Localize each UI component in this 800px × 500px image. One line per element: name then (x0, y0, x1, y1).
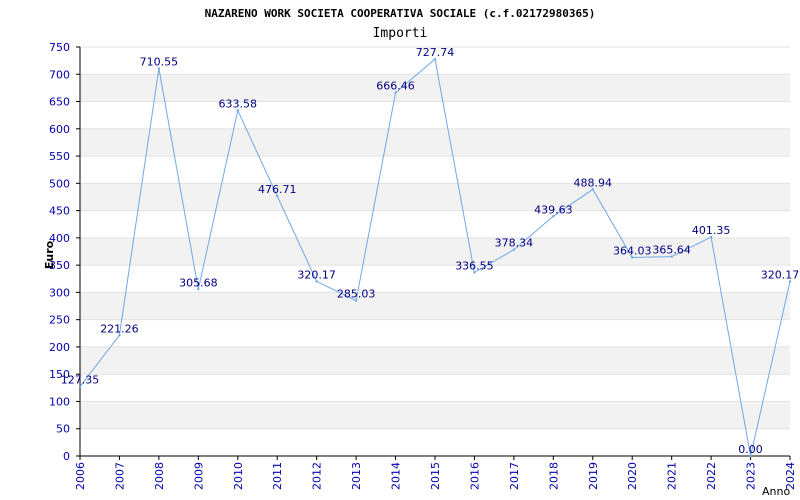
data-label: 336.55 (455, 259, 494, 272)
x-tick-label: 2007 (113, 462, 126, 490)
y-tick-label: 50 (56, 423, 70, 436)
data-label: 488.94 (574, 176, 613, 189)
x-tick-label: 2021 (666, 462, 679, 490)
x-tick-label: 2019 (587, 462, 600, 490)
y-tick-label: 100 (49, 395, 70, 408)
y-axis-label: Euro (43, 240, 56, 269)
line-chart: NAZARENO WORK SOCIETA COOPERATIVA SOCIAL… (43, 7, 800, 498)
data-label: 727.74 (416, 46, 455, 59)
x-tick-label: 2009 (192, 462, 205, 490)
data-label: 439.63 (534, 203, 573, 216)
grid-band (80, 183, 790, 211)
y-tick-label: 700 (49, 68, 70, 81)
x-tick-label: 2022 (705, 462, 718, 490)
x-tick-label: 2011 (271, 462, 284, 490)
y-tick-label: 0 (63, 450, 70, 463)
data-label: 378.34 (495, 237, 534, 250)
data-label: 633.58 (219, 97, 258, 110)
chart-title: NAZARENO WORK SOCIETA COOPERATIVA SOCIAL… (205, 7, 596, 20)
x-tick-label: 2015 (429, 462, 442, 490)
y-tick-label: 600 (49, 123, 70, 136)
x-axis-label: Anno (762, 485, 790, 498)
y-tick-label: 750 (49, 41, 70, 54)
x-tick-label: 2010 (232, 462, 245, 490)
grid-band (80, 401, 790, 429)
x-tick-label: 2006 (74, 462, 87, 490)
x-tick-label: 2023 (745, 462, 758, 490)
y-tick-label: 250 (49, 314, 70, 327)
grid-band (80, 74, 790, 102)
y-tick-label: 200 (49, 341, 70, 354)
data-label: 476.71 (258, 183, 297, 196)
data-label: 305.68 (179, 276, 218, 289)
data-label: 710.55 (140, 56, 179, 69)
data-label: 364.03 (613, 244, 652, 257)
x-tick-label: 2017 (508, 462, 521, 490)
data-label: 320.17 (297, 268, 336, 281)
y-tick-label: 550 (49, 150, 70, 163)
grid-band (80, 128, 790, 157)
data-label: 0.00 (738, 443, 763, 456)
grid-band (80, 346, 790, 375)
data-label: 221.26 (100, 322, 139, 335)
data-label: 285.03 (337, 288, 376, 301)
data-label: 320.17 (761, 268, 800, 281)
x-tick-label: 2012 (311, 462, 324, 490)
y-tick-label: 450 (49, 205, 70, 218)
x-tick-labels: 2006 2007 2008 2009 2010 2011 2012 2013 2014 2015… (74, 462, 797, 490)
data-label: 401.35 (692, 224, 731, 237)
chart-subtitle: Importi (373, 26, 428, 41)
data-label: 365.64 (652, 244, 691, 257)
x-tick-label: 2013 (350, 462, 363, 490)
x-tick-label: 2008 (153, 462, 166, 490)
x-tick-label: 2014 (390, 462, 403, 490)
x-tick-label: 2016 (468, 462, 481, 490)
y-tick-label: 650 (49, 96, 70, 109)
grid-band (80, 292, 790, 320)
data-label: 666.46 (376, 80, 415, 93)
y-tick-label: 500 (49, 177, 70, 190)
data-label: 127.35 (61, 374, 100, 387)
x-tick-label: 2020 (626, 462, 639, 490)
y-tick-label: 300 (49, 286, 70, 299)
x-tick-label: 2018 (547, 462, 560, 490)
